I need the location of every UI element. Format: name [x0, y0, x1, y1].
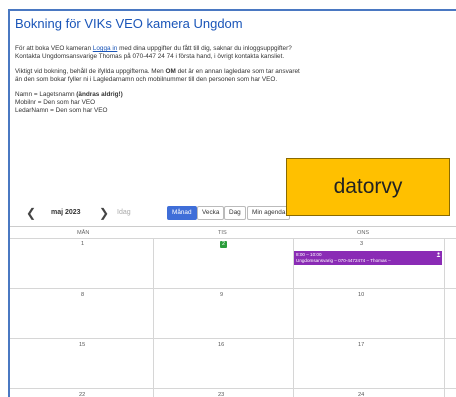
- calendar-page: Bokning för VIKs VEO kamera Ungdom För a…: [8, 9, 456, 397]
- intro-text-segment: med dina uppgifter du fått till dig, sak…: [117, 45, 292, 52]
- grid-line: [10, 388, 456, 389]
- day-view-button[interactable]: Dag: [224, 206, 246, 220]
- weekday-label: ONS: [357, 230, 370, 236]
- intro-bold: (ändras aldrig!): [76, 90, 123, 98]
- page-title: Bokning för VIKs VEO kamera Ungdom: [15, 16, 243, 31]
- day-number[interactable]: 24: [358, 392, 364, 397]
- intro-text-segment: Namn = Lagetsnamn: [15, 90, 77, 98]
- intro-paragraph-fields: Namn = Lagetsnamn (ändras aldrig!) Mobil…: [15, 91, 300, 116]
- weekday-label: MÅN: [77, 230, 90, 236]
- day-number[interactable]: 9: [220, 292, 223, 298]
- today-button[interactable]: Idag: [117, 209, 131, 216]
- intro-paragraph-booking: Viktigt vid bokning, behåll de ifyllda u…: [15, 68, 300, 85]
- grid-line: [153, 238, 154, 397]
- login-link[interactable]: Logga in: [93, 45, 118, 52]
- intro-text: För att boka VEO kameran Logga in med di…: [15, 45, 300, 122]
- week-view-button[interactable]: Vecka: [197, 206, 225, 220]
- day-number[interactable]: 22: [79, 392, 85, 397]
- intro-text-segment: det är en annan lagledare som tar ansvar…: [175, 67, 300, 75]
- intro-bold: OM: [165, 67, 176, 75]
- grid-line: [10, 288, 456, 289]
- agenda-view-button[interactable]: Min agenda: [247, 206, 291, 220]
- day-number[interactable]: 8: [81, 292, 84, 298]
- day-number[interactable]: 23: [218, 392, 224, 397]
- month-view-button[interactable]: Månad: [167, 206, 197, 220]
- intro-text-segment: Mobilnr = Den som har VEO: [15, 99, 96, 107]
- intro-paragraph-login: För att boka VEO kameran Logga in med di…: [15, 45, 300, 62]
- next-month-button[interactable]: ❯: [99, 206, 109, 220]
- intro-text-segment: än den som bokar fyller ni i Lagledarnam…: [15, 76, 278, 84]
- datorvy-label: datorvy: [286, 158, 450, 216]
- day-number[interactable]: 16: [218, 342, 224, 348]
- day-number[interactable]: 10: [358, 292, 364, 298]
- day-number[interactable]: 1: [81, 241, 84, 247]
- grid-line: [444, 238, 445, 397]
- day-number[interactable]: 3: [360, 241, 363, 247]
- intro-text-segment: LedarNamn = Den som har VEO: [15, 107, 108, 115]
- prev-month-button[interactable]: ❮: [26, 206, 36, 220]
- event-title: Ungdomsansvarig – 070-4472474 – Thomas –: [296, 258, 391, 263]
- grid-line: [10, 238, 456, 239]
- current-month-label: maj 2023: [51, 209, 81, 216]
- day-number[interactable]: 15: [79, 342, 85, 348]
- intro-text-segment: För att boka VEO kameran: [15, 45, 93, 52]
- intro-text-segment: Kontakta Ungdomsansvarige Thomas på 070-…: [15, 53, 285, 61]
- person-icon: [436, 252, 441, 257]
- weekday-label: TIS: [218, 230, 227, 236]
- grid-line: [10, 338, 456, 339]
- calendar-event[interactable]: 8:00 – 10:00 Ungdomsansvarig – 070-44724…: [294, 251, 442, 265]
- today-day-number[interactable]: 2: [220, 241, 227, 248]
- day-number[interactable]: 17: [358, 342, 364, 348]
- intro-text-segment: Viktigt vid bokning, behåll de ifyllda u…: [15, 67, 166, 75]
